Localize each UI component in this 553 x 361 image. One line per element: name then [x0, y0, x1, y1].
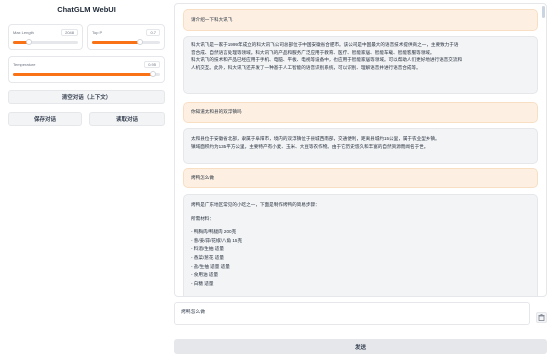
load-chat-button[interactable]: 读取对话 [89, 112, 165, 126]
message-line: 烤鸭怎么做 [191, 175, 214, 180]
chat-message-bot: 烤鸭是广东地区常见的小吃之一，下面是制作烤鸭的简易步骤： 所需材料： - 鸭胸肉… [183, 194, 538, 296]
message-line: - 葱/姜/蒜/花椒/八角 15克 [191, 237, 243, 243]
top-p-fill [92, 41, 140, 44]
message-line: - 白糖 适量 [191, 280, 214, 286]
max-length-track[interactable] [13, 39, 78, 45]
temperature-track[interactable] [13, 71, 160, 77]
chat-message-user: 你知道太和县的双浮镇吗 [183, 102, 538, 123]
message-line: 所需材料： [191, 215, 214, 221]
clear-input-icon[interactable] [536, 312, 547, 323]
message-line: - 香菜/葱花 适量 [191, 254, 224, 260]
chat-message-user: 烤鸭怎么做 [183, 168, 538, 188]
message-line: - 鸭胸肉/鸭腿肉 200克 [191, 229, 237, 235]
trash-icon [538, 314, 545, 321]
chat-message-user: 请介绍一下科大讯飞 [183, 9, 538, 31]
message-line: 你知道太和县的双浮镇吗 [191, 109, 242, 114]
send-button[interactable]: 发送 [174, 339, 547, 354]
top-p-thumb[interactable] [136, 39, 143, 45]
top-p-track[interactable] [92, 39, 160, 45]
message-line: - 盐/生抽 适量 适量 [191, 263, 230, 269]
chat-message-bot: 科大讯飞是一家于1999年成立的科大讯飞公司总部位于中国安徽省合肥市。该公司是中… [183, 36, 538, 94]
clear-history-button[interactable]: 清空对话（上下文） [8, 90, 165, 104]
message-line: 镇域面积约为135平方公里，主要特产有小麦、玉米、大豆等农作物。由于它历史悠久和… [191, 143, 429, 149]
temperature-slider[interactable]: Temperature 0.95 [8, 56, 165, 83]
top-p-value[interactable]: 0.7 [146, 28, 160, 36]
message-line: 人机交互。此外，科大讯飞还开发了一种基于人工智能的语音识别系统，可以识别、理解语… [191, 64, 421, 70]
chat-message-bot: 太和县位于安徽省北部，隶属于阜阳市，境内的双浮镇位于县城西南部，交通便利，距离县… [183, 128, 538, 164]
top-p-slider[interactable]: Top P 0.7 [87, 24, 165, 50]
temperature-value[interactable]: 0.95 [144, 60, 160, 68]
chat-history[interactable]: 请介绍一下科大讯飞 科大讯飞是一家于1999年成立的科大讯飞公司总部位于中国安徽… [174, 3, 547, 297]
message-line: 请介绍一下科大讯飞 [191, 17, 233, 22]
top-p-label: Top P [92, 29, 103, 35]
message-line: - 料酒/生抽 适量 [191, 246, 224, 252]
save-chat-button[interactable]: 保存对话 [8, 112, 82, 126]
message-line: 科大讯飞是一家于1999年成立的科大讯飞公司总部位于中国安徽省合肥市。该公司是中… [191, 42, 459, 47]
temperature-fill [13, 73, 153, 76]
app-title: ChatGLM WebUI [57, 5, 116, 14]
message-line: 音合成、自然语言处理等领域。科大讯飞的产品和服务广泛应用于教育、医疗、智能家居、… [191, 49, 435, 55]
temperature-thumb[interactable] [149, 71, 156, 77]
max-length-value[interactable]: 2048 [61, 28, 78, 36]
chat-scrollbar[interactable] [542, 6, 545, 18]
chat-input[interactable]: 烤鸭怎么做 [174, 302, 530, 325]
message-line: - 食用油 适量 [191, 272, 219, 278]
message-line: 烤鸭是广东地区常见的小吃之一，下面是制作烤鸭的简易步骤： [191, 202, 320, 207]
temperature-label: Temperature [13, 61, 36, 67]
max-length-label: Max Length [13, 29, 34, 35]
message-line: 太和县位于安徽省北部，隶属于阜阳市，境内的双浮镇位于县城西南部，交通便利，距离县… [191, 136, 440, 141]
max-length-slider[interactable]: Max Length 2048 [8, 24, 83, 50]
message-line: 科大讯飞的技术和产品已经应用于手机、电脑、平板、电视等设备中，也应用于智能家居等… [191, 57, 463, 62]
max-length-thumb[interactable] [26, 39, 33, 45]
